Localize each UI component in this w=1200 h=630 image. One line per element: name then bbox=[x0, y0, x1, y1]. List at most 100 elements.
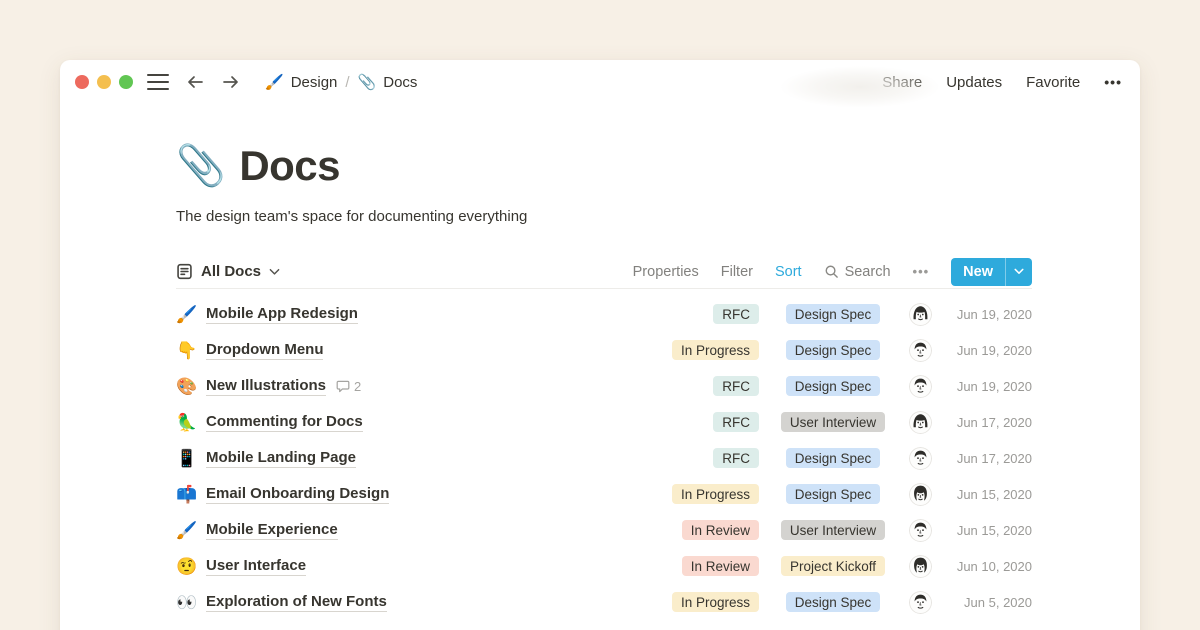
date-cell: Jun 15, 2020 bbox=[944, 487, 1032, 502]
doc-type-cell: Design Spec bbox=[773, 340, 893, 360]
page-title: 📎 Docs bbox=[176, 140, 1032, 192]
comment-count-badge: 2 bbox=[336, 379, 361, 394]
breadcrumb-item-docs[interactable]: 📎 Docs bbox=[358, 74, 418, 91]
chevron-down-icon bbox=[1014, 268, 1024, 275]
breadcrumb-separator: / bbox=[345, 74, 349, 91]
more-options-icon[interactable]: ••• bbox=[1104, 74, 1122, 90]
status-tag[interactable]: RFC bbox=[713, 448, 759, 468]
table-row[interactable]: 📱 Mobile Landing Page RFC Design Spec Ju… bbox=[176, 440, 1032, 476]
share-button[interactable]: Share bbox=[882, 74, 922, 91]
window-zoom-button[interactable] bbox=[119, 75, 133, 89]
view-selector[interactable]: All Docs bbox=[176, 263, 280, 280]
sort-button[interactable]: Sort bbox=[775, 264, 802, 280]
avatar bbox=[909, 483, 932, 506]
table-row[interactable]: 👇 Dropdown Menu In Progress Design Spec … bbox=[176, 332, 1032, 368]
doc-title-link[interactable]: Commenting for Docs bbox=[206, 413, 363, 432]
doc-type-tag[interactable]: Project Kickoff bbox=[781, 556, 885, 576]
status-tag[interactable]: RFC bbox=[713, 412, 759, 432]
breadcrumb-label: Docs bbox=[383, 74, 417, 91]
status-tag[interactable]: In Review bbox=[682, 520, 759, 540]
app-window: 🖌️ Design / 📎 Docs Share Updates Favorit… bbox=[60, 60, 1140, 630]
table-row[interactable]: 👀 Exploration of New Fonts In Progress D… bbox=[176, 584, 1032, 620]
status-tag[interactable]: In Progress bbox=[672, 592, 759, 612]
new-button-label: New bbox=[951, 258, 1005, 286]
doc-type-cell: User Interview bbox=[773, 412, 893, 432]
doc-type-tag[interactable]: Design Spec bbox=[786, 304, 881, 324]
back-button[interactable] bbox=[185, 74, 205, 90]
doc-title-link[interactable]: Email Onboarding Design bbox=[206, 485, 389, 504]
new-dropdown-button[interactable] bbox=[1006, 258, 1032, 286]
status-cell: RFC bbox=[655, 376, 759, 396]
comment-bubble-icon bbox=[336, 380, 350, 393]
breadcrumb-label: Design bbox=[291, 74, 338, 91]
doc-title-link[interactable]: User Interface bbox=[206, 557, 306, 576]
doc-type-tag[interactable]: Design Spec bbox=[786, 448, 881, 468]
page-header: 📎 Docs The design team's space for docum… bbox=[176, 140, 1032, 225]
avatar bbox=[909, 411, 932, 434]
properties-button[interactable]: Properties bbox=[633, 264, 699, 280]
new-button[interactable]: New bbox=[951, 258, 1032, 286]
docs-table: 🖌️ Mobile App Redesign RFC Design Spec J… bbox=[176, 289, 1032, 620]
date-cell: Jun 10, 2020 bbox=[944, 559, 1032, 574]
window-minimize-button[interactable] bbox=[97, 75, 111, 89]
doc-emoji-icon: 🦜 bbox=[176, 414, 196, 431]
status-tag[interactable]: In Review bbox=[682, 556, 759, 576]
status-tag[interactable]: RFC bbox=[713, 376, 759, 396]
status-tag[interactable]: In Progress bbox=[672, 340, 759, 360]
status-tag[interactable]: In Progress bbox=[672, 484, 759, 504]
status-cell: In Progress bbox=[655, 484, 759, 504]
view-more-icon[interactable]: ••• bbox=[913, 264, 930, 279]
search-button[interactable]: Search bbox=[824, 264, 891, 280]
status-cell: RFC bbox=[655, 412, 759, 432]
table-row[interactable]: 🖌️ Mobile App Redesign RFC Design Spec J… bbox=[176, 296, 1032, 332]
page-title-text: Docs bbox=[239, 140, 340, 192]
forward-button[interactable] bbox=[221, 74, 241, 90]
table-row[interactable]: 🦜 Commenting for Docs RFC User Interview… bbox=[176, 404, 1032, 440]
filter-button[interactable]: Filter bbox=[721, 264, 753, 280]
doc-emoji-icon: 🖌️ bbox=[176, 306, 196, 323]
doc-title-link[interactable]: Mobile Landing Page bbox=[206, 449, 356, 468]
search-icon bbox=[824, 264, 839, 279]
doc-type-tag[interactable]: User Interview bbox=[781, 412, 885, 432]
window-close-button[interactable] bbox=[75, 75, 89, 89]
sidebar-menu-icon[interactable] bbox=[147, 74, 169, 90]
doc-type-cell: User Interview bbox=[773, 520, 893, 540]
paintbrush-icon: 🖌️ bbox=[265, 75, 284, 90]
doc-type-tag[interactable]: Design Spec bbox=[786, 484, 881, 504]
doc-type-tag[interactable]: User Interview bbox=[781, 520, 885, 540]
date-cell: Jun 5, 2020 bbox=[944, 595, 1032, 610]
doc-type-cell: Design Spec bbox=[773, 376, 893, 396]
paperclip-icon: 📎 bbox=[176, 146, 225, 186]
doc-title-link[interactable]: Mobile Experience bbox=[206, 521, 338, 540]
doc-title-link[interactable]: Dropdown Menu bbox=[206, 341, 323, 360]
doc-title-link[interactable]: Mobile App Redesign bbox=[206, 305, 358, 324]
table-row[interactable]: 🤨 User Interface In Review Project Kicko… bbox=[176, 548, 1032, 584]
doc-type-tag[interactable]: Design Spec bbox=[786, 376, 881, 396]
view-toolbar: All Docs Properties Filter Sort Searc bbox=[176, 255, 1032, 289]
table-row[interactable]: 🖌️ Mobile Experience In Review User Inte… bbox=[176, 512, 1032, 548]
arrow-left-icon bbox=[185, 74, 205, 90]
window-topbar: 🖌️ Design / 📎 Docs Share Updates Favorit… bbox=[60, 60, 1140, 104]
date-cell: Jun 19, 2020 bbox=[944, 343, 1032, 358]
table-row[interactable]: 📫 Email Onboarding Design In Progress De… bbox=[176, 476, 1032, 512]
status-cell: In Progress bbox=[655, 340, 759, 360]
breadcrumb-item-design[interactable]: 🖌️ Design bbox=[265, 74, 337, 91]
status-tag[interactable]: RFC bbox=[713, 304, 759, 324]
doc-type-tag[interactable]: Design Spec bbox=[786, 592, 881, 612]
avatar bbox=[909, 447, 932, 470]
doc-type-tag[interactable]: Design Spec bbox=[786, 340, 881, 360]
doc-list-icon bbox=[176, 263, 193, 280]
avatar bbox=[909, 519, 932, 542]
doc-title-link[interactable]: New Illustrations bbox=[206, 377, 326, 396]
doc-title-link[interactable]: Exploration of New Fonts bbox=[206, 593, 387, 612]
date-cell: Jun 15, 2020 bbox=[944, 523, 1032, 538]
doc-type-cell: Project Kickoff bbox=[773, 556, 893, 576]
updates-button[interactable]: Updates bbox=[946, 74, 1002, 91]
status-cell: In Progress bbox=[655, 592, 759, 612]
doc-type-cell: Design Spec bbox=[773, 448, 893, 468]
table-row[interactable]: 🎨 New Illustrations 2 RFC Design Spec Ju… bbox=[176, 368, 1032, 404]
avatar bbox=[909, 375, 932, 398]
date-cell: Jun 19, 2020 bbox=[944, 379, 1032, 394]
favorite-button[interactable]: Favorite bbox=[1026, 74, 1080, 91]
status-cell: In Review bbox=[655, 520, 759, 540]
